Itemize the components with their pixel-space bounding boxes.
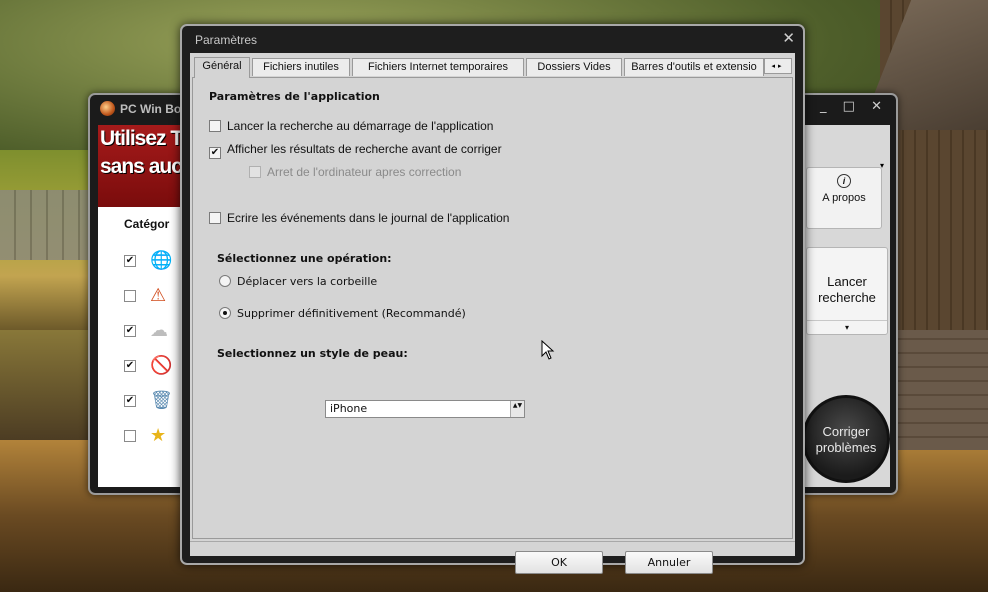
spin-arrows-icon[interactable]: ▲▼ [510,401,524,417]
list-item[interactable]: ★ [124,422,188,452]
cancel-button[interactable]: Annuler [625,551,713,574]
category-checkbox[interactable]: ✔ [124,360,136,372]
banner-line-1: Utilisez T [100,127,183,150]
banner-line-2: sans auc [100,155,183,178]
footer-divider [190,541,795,542]
warning-folder-icon: ⚠ [150,285,167,306]
skin-select-value: iPhone [330,402,368,415]
settings-tabs: Général Fichiers inutiles Fichiers Inter… [190,57,795,78]
tab-general[interactable]: Général [194,57,250,78]
fix-problems-label: Corriger problèmes [815,424,877,455]
option-launch-at-startup[interactable]: Lancer la recherche au démarrage de l'ap… [209,119,493,133]
globe-icon: 🌐 [150,250,173,271]
option-label: Ecrire les événements dans le journal de… [227,211,510,225]
mouse-cursor-icon [541,340,555,360]
about-label: A propos [822,192,866,204]
radio-label: Déplacer vers la corbeille [237,275,378,288]
app-window-controls[interactable]: _ □ ✕ [820,99,888,114]
skin-select[interactable]: iPhone ▲▼ [325,400,525,418]
tab-scroll-arrows[interactable]: ◂▸ [764,58,792,74]
about-button[interactable]: i A propos [806,167,882,229]
radio-button-selected[interactable] [219,307,231,319]
launch-scan-label: Lancer recherche [818,274,876,305]
category-checkbox[interactable]: ✔ [124,395,136,407]
radio-button[interactable] [219,275,231,287]
radio-move-to-recycle-bin[interactable]: Déplacer vers la corbeille [219,275,377,288]
list-item[interactable]: ✔ 🗑 [124,387,188,417]
fix-problems-button[interactable]: Corriger problèmes [802,395,890,483]
list-item[interactable]: ✔ 🌐 [124,247,188,277]
app-logo-icon [100,101,115,116]
tab-toolbars-extensions[interactable]: Barres d'outils et extensio [624,58,764,76]
radio-label: Supprimer définitivement (Recommandé) [237,307,466,320]
category-checkbox[interactable] [124,290,136,302]
option-label: Arret de l'ordinateur apres correction [267,165,462,179]
background-mill-base [890,330,988,450]
promo-banner[interactable]: Utilisez T sans auc [98,125,188,207]
about-dropdown-arrow[interactable]: ▾ [880,161,884,170]
option-show-results-before-fix[interactable]: ✔ Afficher les résultats de recherche ava… [209,142,502,159]
tab-temp-internet-files[interactable]: Fichiers Internet temporaires [352,58,524,76]
tab-empty-folders[interactable]: Dossiers Vides [526,58,622,76]
list-item[interactable]: ✔ 🚫 [124,352,188,382]
tab-useless-files[interactable]: Fichiers inutiles [252,58,350,76]
skin-heading: Selectionnez un style de peau: [217,347,408,360]
app-settings-heading: Paramètres de l'application [209,90,380,103]
category-checkbox[interactable] [124,430,136,442]
category-checkbox[interactable]: ✔ [124,325,136,337]
checkbox-write-events-log[interactable] [209,212,221,224]
info-icon: i [837,174,851,188]
checkbox-show-results[interactable]: ✔ [209,147,221,159]
blocked-icon: 🚫 [150,355,173,376]
launch-scan-button[interactable]: Lancer recherche ▾ [806,247,888,335]
list-item[interactable]: ✔ ☁ [124,317,188,347]
cloud-icon: ☁ [150,320,168,341]
checkbox-launch-at-startup[interactable] [209,120,221,132]
option-label: Lancer la recherche au démarrage de l'ap… [227,119,494,133]
star-icon: ★ [150,425,167,446]
category-checkbox[interactable]: ✔ [124,255,136,267]
general-settings-page: Paramètres de l'application Lancer la re… [192,77,793,539]
settings-dialog: Paramètres ✕ Général Fichiers inutiles F… [180,24,805,574]
close-icon[interactable]: ✕ [782,29,795,47]
category-list: Catégor ✔ 🌐 ⚠ ✔ ☁ ✔ 🚫 ✔ 🗑 ★ [98,207,188,487]
dialog-body: Général Fichiers inutiles Fichiers Inter… [190,53,795,574]
option-label: Afficher les résultats de recherche avan… [227,142,502,156]
dialog-title: Paramètres [195,33,258,47]
radio-delete-permanently[interactable]: Supprimer définitivement (Recommandé) [219,307,466,320]
recycle-bin-icon: 🗑 [150,390,173,411]
list-item[interactable]: ⚠ [124,282,188,312]
option-write-events-log[interactable]: Ecrire les événements dans le journal de… [209,211,509,225]
ok-button[interactable]: OK [515,551,603,574]
app-window-title: PC Win Boo [120,102,189,116]
checkbox-shutdown-after-fix [249,166,261,178]
launch-dropdown-arrow[interactable]: ▾ [807,320,887,334]
option-shutdown-after-fix: Arret de l'ordinateur apres correction [249,165,461,179]
operation-heading: Sélectionnez une opération: [217,252,392,265]
category-list-header: Catégor [124,217,170,231]
